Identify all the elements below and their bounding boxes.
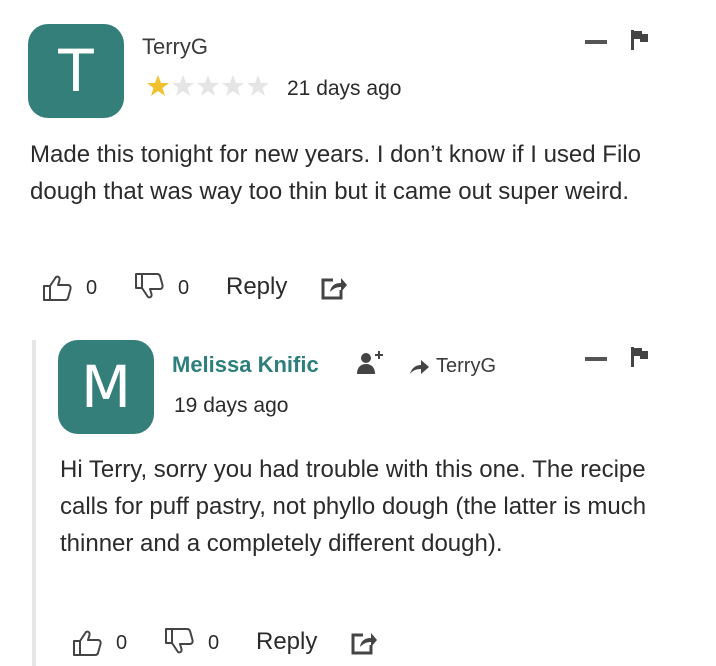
thumbs-down-icon — [135, 273, 164, 299]
dislike-button[interactable] — [164, 627, 194, 655]
collapse-button[interactable] — [585, 355, 607, 363]
reply-arrow-icon — [410, 359, 429, 374]
dislike-button[interactable] — [134, 272, 164, 300]
thread-line — [32, 340, 36, 666]
like-button[interactable] — [72, 629, 102, 657]
reply-to-name: TerryG — [436, 355, 496, 377]
like-count: 0 — [116, 632, 128, 654]
star-icon — [222, 75, 244, 96]
thumbs-up-icon — [73, 630, 102, 656]
comment-text: Made this tonight for new years. I don’t… — [30, 141, 641, 205]
reply-to[interactable]: TerryG — [408, 355, 496, 378]
star-rating — [146, 74, 274, 105]
comment-author[interactable]: TerryG — [142, 34, 208, 60]
reply-button[interactable]: Reply — [226, 273, 287, 301]
share-icon — [321, 278, 347, 300]
thumbs-down-icon — [165, 628, 194, 654]
comment-time: 21 days ago — [287, 77, 402, 100]
collapse-button[interactable] — [585, 38, 607, 46]
flag-button[interactable] — [630, 29, 650, 51]
reply-text: Hi Terry, sorry you had trouble with thi… — [60, 456, 647, 557]
reply-time: 19 days ago — [174, 394, 289, 417]
minus-icon — [585, 357, 607, 361]
dislike-count: 0 — [178, 277, 190, 299]
flag-icon — [631, 347, 648, 367]
star-icon — [147, 75, 169, 96]
star-icon — [247, 75, 269, 96]
share-button[interactable] — [350, 630, 378, 656]
thumbs-up-icon — [43, 275, 72, 301]
reply-button[interactable]: Reply — [256, 628, 317, 656]
share-button[interactable] — [320, 275, 348, 301]
like-button[interactable] — [42, 274, 72, 302]
minus-icon — [585, 40, 607, 44]
dislike-count: 0 — [208, 632, 220, 654]
follow-user-button[interactable] — [356, 349, 386, 377]
share-icon — [351, 633, 377, 655]
star-icon — [197, 75, 219, 96]
avatar[interactable]: M — [58, 340, 154, 434]
star-icon — [172, 75, 194, 96]
avatar[interactable]: T — [28, 24, 124, 118]
flag-button[interactable] — [630, 346, 650, 368]
reply-author[interactable]: Melissa Knific — [172, 352, 319, 378]
like-count: 0 — [86, 277, 98, 299]
follow-user-icon — [357, 351, 383, 374]
flag-icon — [631, 30, 648, 50]
rating-stars — [147, 75, 269, 96]
